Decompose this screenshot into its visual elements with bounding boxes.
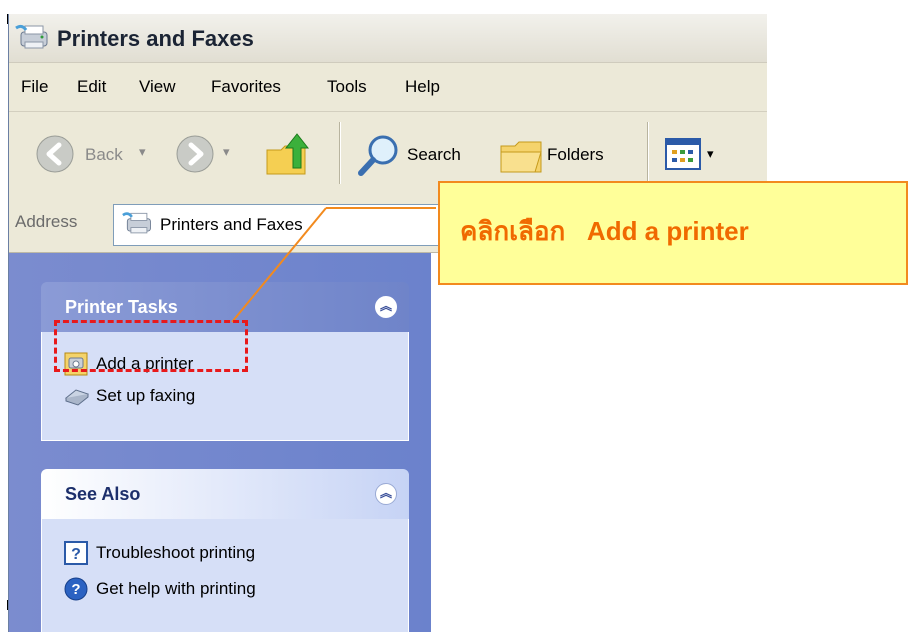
add-printer-highlight [54, 320, 248, 372]
callout-text: คลิกเลือก Add a printer [460, 216, 749, 246]
callout-connector [231, 207, 436, 323]
instruction-callout: คลิกเลือก Add a printer [438, 181, 908, 285]
